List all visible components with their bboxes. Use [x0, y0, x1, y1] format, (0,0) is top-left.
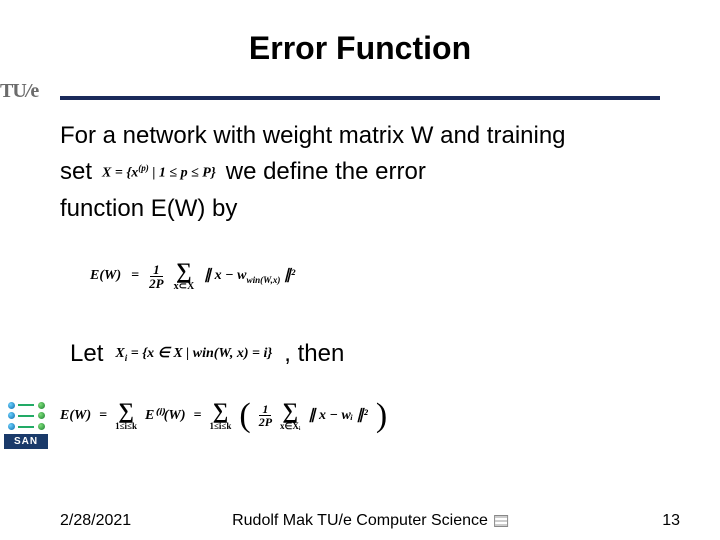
- eq2-ei: E⁽ⁱ⁾(W): [145, 407, 186, 424]
- eq2-equals-2: =: [194, 408, 202, 424]
- eq1-norm: ∥ x − wwin(W,x) ∥²: [204, 267, 295, 285]
- eq1-sum-sub: x⊂X: [174, 282, 195, 292]
- footer-mini-icon: [494, 515, 508, 527]
- slide: TU/e Error Function For a network with w…: [0, 0, 720, 540]
- eq2-frac-den: 2P: [259, 416, 272, 428]
- eq2-sum3-sub: x∈Xᵢ: [280, 422, 300, 431]
- let-line: Let Xi = {x ∈ X | win(W, x) = i} , then: [70, 340, 690, 368]
- footer-page-number: 13: [662, 512, 680, 530]
- san-logo: SAN: [4, 400, 48, 449]
- eq1-equals: =: [131, 268, 139, 284]
- eq2-sum2-sub: 1≤i≤k: [209, 422, 231, 431]
- page-title: Error Function: [0, 30, 720, 67]
- eq1-lhs: E(W): [90, 268, 121, 284]
- left-paren: (: [239, 402, 250, 429]
- xi-definition: Xi = {x ∈ X | win(W, x) = i}: [115, 345, 272, 363]
- equation-1: E(W) = 1 2P ∑ x⊂X ∥ x − wwin(W,x) ∥²: [90, 260, 650, 292]
- body-line-2: set X = {x(p) | 1 ≤ p ≤ P} we define the…: [60, 156, 680, 188]
- san-label: SAN: [4, 434, 48, 449]
- body-line-2b: we define the error: [226, 156, 426, 188]
- tue-logo-text: TU/e: [0, 80, 38, 102]
- body-line-2a: set: [60, 156, 92, 188]
- sum-symbol: ∑: [213, 400, 229, 422]
- sum-symbol: ∑: [118, 400, 134, 422]
- eq1-frac-num: 1: [150, 263, 163, 277]
- footer: 2/28/2021 Rudolf Mak TU/e Computer Scien…: [60, 512, 680, 530]
- eq2-lhs: E(W): [60, 408, 91, 424]
- let-word: Let: [70, 340, 103, 368]
- body-line-1: For a network with weight matrix W and t…: [60, 120, 680, 152]
- then-word: , then: [284, 340, 344, 368]
- title-rule: [60, 96, 660, 100]
- eq2-norm: ∥ x − wᵢ ∥²: [308, 407, 367, 424]
- footer-date: 2/28/2021: [60, 512, 131, 530]
- tue-logo: TU/e: [0, 80, 38, 103]
- body-text: For a network with weight matrix W and t…: [60, 120, 680, 225]
- footer-author: Rudolf Mak TU/e Computer Science: [232, 512, 488, 530]
- eq1-sum: ∑ x⊂X: [174, 260, 195, 292]
- san-network-icon: [4, 400, 48, 432]
- equation-2: E(W) = ∑ 1≤i≤k E⁽ⁱ⁾(W) = ∑ 1≤i≤k ( 1 2P …: [60, 400, 700, 431]
- eq2-sum-3: ∑ x∈Xᵢ: [280, 400, 300, 431]
- set-definition: X = {x(p) | 1 ≤ p ≤ P}: [102, 162, 216, 184]
- sum-symbol: ∑: [282, 400, 298, 422]
- right-paren: ): [376, 402, 387, 429]
- eq2-equals-1: =: [99, 408, 107, 424]
- eq2-sum1-sub: 1≤i≤k: [115, 422, 137, 431]
- footer-center: Rudolf Mak TU/e Computer Science: [232, 512, 508, 530]
- eq1-fraction: 1 2P: [149, 263, 163, 290]
- eq1-frac-den: 2P: [149, 277, 163, 290]
- sum-symbol: ∑: [176, 260, 192, 282]
- eq2-fraction: 1 2P: [259, 403, 272, 428]
- eq2-sum-2: ∑ 1≤i≤k: [209, 400, 231, 431]
- body-line-3: function E(W) by: [60, 193, 680, 225]
- eq2-sum-1: ∑ 1≤i≤k: [115, 400, 137, 431]
